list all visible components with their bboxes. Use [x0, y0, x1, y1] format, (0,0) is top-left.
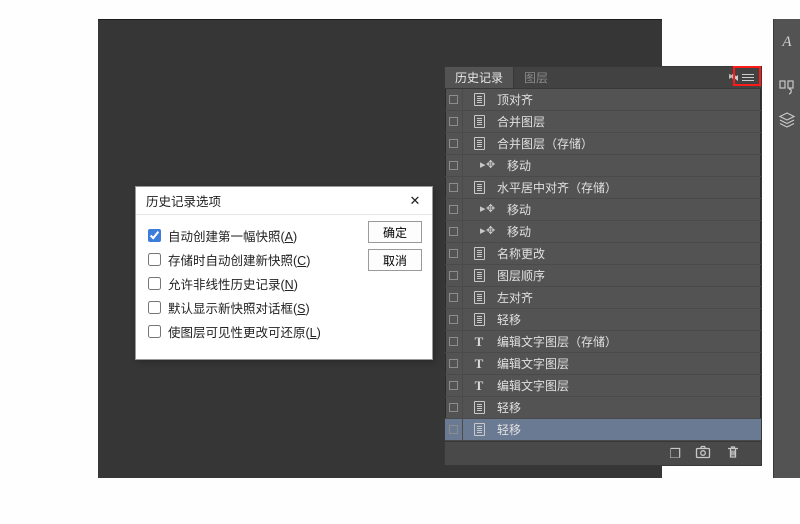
- page-icon: [467, 269, 491, 282]
- text-icon: T: [467, 356, 491, 372]
- history-row-label: 图层顺序: [497, 267, 545, 284]
- tab-layers[interactable]: 图层: [514, 67, 558, 88]
- page-icon: [467, 247, 491, 260]
- option-label: 使图层可见性更改可还原(L): [168, 322, 321, 341]
- history-row[interactable]: 移动: [445, 221, 761, 243]
- history-row[interactable]: 名称更改: [445, 243, 761, 265]
- history-row-label: 合并图层: [497, 113, 545, 130]
- history-row[interactable]: 移动: [445, 155, 761, 177]
- history-row[interactable]: T 编辑文字图层（存储）: [445, 331, 761, 353]
- option-label: 存储时自动创建新快照(C): [168, 250, 310, 269]
- history-row[interactable]: 图层顺序: [445, 265, 761, 287]
- move-icon: [477, 225, 501, 239]
- history-row-label: 顶对齐: [497, 91, 533, 108]
- option-label: 默认显示新快照对话框(S): [168, 298, 310, 317]
- new-document-from-state-icon[interactable]: ❐: [669, 446, 681, 462]
- page-icon: [467, 291, 491, 304]
- history-row-label: 左对齐: [497, 289, 533, 306]
- history-row[interactable]: 左对齐: [445, 287, 761, 309]
- history-row-label: 编辑文字图层: [497, 355, 569, 372]
- move-icon: [477, 203, 501, 217]
- option-checkbox[interactable]: [148, 253, 161, 266]
- option-checkbox[interactable]: [148, 229, 161, 242]
- option-label: 自动创建第一幅快照(A): [168, 226, 297, 245]
- text-icon: T: [467, 334, 491, 350]
- tab-history[interactable]: 历史记录: [445, 67, 514, 88]
- panel-footer: ❐: [445, 441, 761, 465]
- page-icon: [467, 423, 491, 436]
- history-row-label: 轻移: [497, 399, 521, 416]
- history-row[interactable]: T 编辑文字图层: [445, 353, 761, 375]
- page-icon: [467, 93, 491, 106]
- history-row-label: 水平居中对齐（存储）: [497, 179, 617, 196]
- close-icon[interactable]: ✕: [406, 192, 424, 210]
- history-row-label: 编辑文字图层（存储）: [497, 333, 617, 350]
- dialog-title: 历史记录选项: [146, 191, 221, 210]
- visibility-box[interactable]: [445, 265, 463, 287]
- move-icon: [477, 159, 501, 173]
- history-row[interactable]: 合并图层: [445, 111, 761, 133]
- visibility-box[interactable]: [445, 397, 463, 419]
- history-row-label: 名称更改: [497, 245, 545, 262]
- visibility-box[interactable]: [445, 221, 463, 243]
- history-row[interactable]: 轻移: [445, 309, 761, 331]
- text-icon: T: [467, 378, 491, 394]
- history-row[interactable]: 顶对齐: [445, 89, 761, 111]
- history-row[interactable]: 轻移: [445, 419, 761, 441]
- visibility-box[interactable]: [445, 199, 463, 221]
- dialog-titlebar: 历史记录选项 ✕: [136, 187, 432, 215]
- page-icon: [467, 401, 491, 414]
- visibility-box[interactable]: [445, 89, 463, 111]
- page-icon: [467, 115, 491, 128]
- right-toolbar: A: [773, 19, 800, 478]
- history-row-label: 轻移: [497, 311, 521, 328]
- option-label: 允许非线性历史记录(N): [168, 274, 298, 293]
- paragraph-panel-icon[interactable]: [776, 77, 798, 99]
- page-icon: [467, 313, 491, 326]
- character-panel-icon[interactable]: A: [776, 31, 798, 53]
- option-checkbox[interactable]: [148, 325, 161, 338]
- visibility-box[interactable]: [445, 155, 463, 177]
- history-row[interactable]: 水平居中对齐（存储）: [445, 177, 761, 199]
- panel-menu-icon[interactable]: [739, 70, 757, 84]
- history-list: 顶对齐合并图层合并图层（存储）移动水平居中对齐（存储）移动移动名称更改图层顺序左…: [445, 89, 761, 441]
- option-checkbox[interactable]: [148, 277, 161, 290]
- option-row[interactable]: 默认显示新快照对话框(S): [148, 295, 420, 319]
- history-options-dialog: 历史记录选项 ✕ 自动创建第一幅快照(A) 存储时自动创建新快照(C) 允许非线性历…: [135, 186, 433, 360]
- visibility-box[interactable]: [445, 309, 463, 331]
- visibility-box[interactable]: [445, 419, 463, 441]
- layers-panel-icon[interactable]: [776, 109, 798, 131]
- history-row-label: 合并图层（存储）: [497, 135, 593, 152]
- history-row-label: 轻移: [497, 421, 521, 438]
- option-row[interactable]: 允许非线性历史记录(N): [148, 271, 420, 295]
- visibility-box[interactable]: [445, 331, 463, 353]
- visibility-box[interactable]: [445, 375, 463, 397]
- visibility-box[interactable]: [445, 177, 463, 199]
- option-checkbox[interactable]: [148, 301, 161, 314]
- create-snapshot-icon[interactable]: [695, 444, 711, 463]
- history-row[interactable]: 移动: [445, 199, 761, 221]
- cancel-button[interactable]: 取消: [368, 249, 422, 271]
- page-icon: [467, 137, 491, 150]
- option-row[interactable]: 使图层可见性更改可还原(L): [148, 319, 420, 343]
- visibility-box[interactable]: [445, 243, 463, 265]
- visibility-box[interactable]: [445, 133, 463, 155]
- history-row-label: 编辑文字图层: [497, 377, 569, 394]
- panel-tab-bar: 历史记录 图层 ▸▸: [445, 67, 761, 89]
- delete-state-icon[interactable]: [725, 444, 741, 463]
- visibility-box[interactable]: [445, 353, 463, 375]
- history-row-label: 移动: [507, 157, 531, 174]
- history-row[interactable]: 轻移: [445, 397, 761, 419]
- visibility-box[interactable]: [445, 111, 463, 133]
- history-row-label: 移动: [507, 201, 531, 218]
- history-row[interactable]: T 编辑文字图层: [445, 375, 761, 397]
- history-row[interactable]: 合并图层（存储）: [445, 133, 761, 155]
- history-row-label: 移动: [507, 223, 531, 240]
- ok-button[interactable]: 确定: [368, 221, 422, 243]
- visibility-box[interactable]: [445, 287, 463, 309]
- history-panel: 历史记录 图层 ▸▸ 顶对齐合并图层合并图层（存储）移动水平居中对齐（存储）移动…: [444, 66, 762, 466]
- page-icon: [467, 181, 491, 194]
